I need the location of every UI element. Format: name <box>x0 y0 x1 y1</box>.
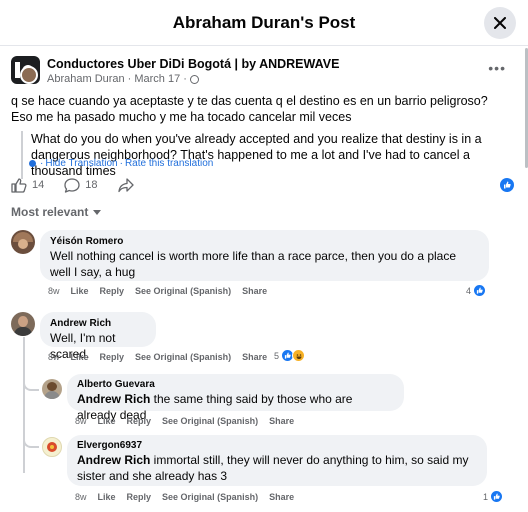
post-actions: 14 18 <box>11 176 154 194</box>
caret-down-icon <box>93 209 102 215</box>
comment-icon <box>64 177 80 193</box>
thread-line <box>23 337 25 473</box>
commenter-name[interactable]: Alberto Guevara <box>77 379 394 391</box>
haha-reaction-icon <box>292 349 306 362</box>
see-original-button[interactable]: See Original (Spanish) <box>135 286 231 296</box>
reply-actions: 8w Like Reply See Original (Spanish) Sha… <box>75 492 305 502</box>
group-name-link[interactable]: Conductores Uber DiDi Bogotá | by ANDREW… <box>47 57 339 71</box>
comment-action[interactable]: 18 <box>64 177 98 193</box>
post-date-link[interactable]: March 17 <box>134 73 180 85</box>
comment-text: Well nothing cancel is worth more life t… <box>50 249 457 279</box>
like-reaction-icon[interactable] <box>500 178 514 192</box>
thread-connector <box>23 378 39 391</box>
dialog-header: Abraham Duran's Post <box>0 0 528 46</box>
comment-reply-button[interactable]: Reply <box>127 492 152 502</box>
meta-separator-2: · <box>183 73 187 85</box>
reply-text: Andrew Rich immortal still, they will ne… <box>77 452 477 484</box>
like-reaction-icon <box>490 490 504 503</box>
reaction-count: 5 <box>274 350 280 361</box>
comment-bubble: Andrew Rich Well, I'm not scared. <box>40 312 156 361</box>
see-original-button[interactable]: See Original (Spanish) <box>162 416 258 426</box>
comment-share-button[interactable]: Share <box>269 416 294 426</box>
like-action[interactable]: 14 <box>11 177 45 193</box>
post-text: q se hace cuando ya aceptaste y te das c… <box>11 94 488 124</box>
commenter-name[interactable]: Elvergon6937 <box>77 440 477 452</box>
commenter-name[interactable]: Yéisón Romero <box>50 236 479 248</box>
comment-time[interactable]: 8w <box>75 492 87 502</box>
thread-connector <box>23 435 39 448</box>
see-original-button[interactable]: See Original (Spanish) <box>162 492 258 502</box>
comment-like-button[interactable]: Like <box>98 416 116 426</box>
commenter-avatar[interactable] <box>42 379 62 399</box>
comment-actions: 8w Like Reply See Original (Spanish) Sha… <box>48 286 278 296</box>
close-icon <box>494 17 506 29</box>
meta-separator: · <box>127 73 132 85</box>
commenter-avatar[interactable] <box>11 312 35 336</box>
comment-reactions[interactable]: 1 <box>483 490 504 503</box>
commenter-name[interactable]: Andrew Rich <box>50 318 146 330</box>
reply-bubble: Alberto Guevara Andrew Rich the same thi… <box>67 374 404 422</box>
see-original-button[interactable]: See Original (Spanish) <box>135 352 231 362</box>
comment-time[interactable]: 8w <box>75 416 87 426</box>
mention-link[interactable]: Andrew Rich <box>77 453 150 467</box>
comment-time[interactable]: 8w <box>48 286 60 296</box>
rate-translation-link[interactable]: Rate this translation <box>125 158 213 169</box>
comment-reactions[interactable]: 4 <box>466 284 487 297</box>
share-action[interactable] <box>117 177 134 193</box>
comment-count: 18 <box>85 179 98 191</box>
dialog-title: Abraham Duran's Post <box>172 13 356 32</box>
reaction-count: 4 <box>466 285 472 296</box>
commenter-avatar[interactable] <box>42 437 62 457</box>
thumbs-up-icon <box>11 177 27 193</box>
sort-label: Most relevant <box>11 205 89 219</box>
post-translation: What do you do when you've already accep… <box>21 131 496 179</box>
comment-reply-button[interactable]: Reply <box>100 286 125 296</box>
hide-translation-link[interactable]: Hide Translation <box>45 158 117 169</box>
comment-like-button[interactable]: Like <box>71 286 89 296</box>
like-reaction-icon <box>473 284 487 297</box>
post-meta: Abraham Duran · March 17 · <box>47 73 199 85</box>
separator-dot-2: · <box>119 158 123 169</box>
comment-like-button[interactable]: Like <box>98 492 116 502</box>
reply-actions: 8w Like Reply See Original (Spanish) Sha… <box>75 416 305 426</box>
share-arrow-icon <box>117 177 134 192</box>
comment-reactions[interactable]: 5 <box>274 349 306 362</box>
globe-icon <box>189 74 199 84</box>
reaction-count: 1 <box>483 491 489 502</box>
comment-share-button[interactable]: Share <box>242 352 267 362</box>
comment-bubble: Yéisón Romero Well nothing cancel is wor… <box>40 230 489 281</box>
comment-share-button[interactable]: Share <box>242 286 267 296</box>
comment-reply-button[interactable]: Reply <box>127 416 152 426</box>
author-avatar[interactable] <box>20 66 38 84</box>
comment-actions: 8w Like Reply See Original (Spanish) Sha… <box>48 352 278 362</box>
close-button[interactable] <box>484 7 516 39</box>
comment-like-button[interactable]: Like <box>71 352 89 362</box>
mention-link[interactable]: Andrew Rich <box>77 392 150 406</box>
translate-gear-icon <box>29 160 36 167</box>
comment-share-button[interactable]: Share <box>269 492 294 502</box>
reply-bubble: Elvergon6937 Andrew Rich immortal still,… <box>67 435 487 486</box>
comment-sort-dropdown[interactable]: Most relevant <box>11 205 102 219</box>
comment-time[interactable]: 8w <box>48 352 60 362</box>
author-name-link[interactable]: Abraham Duran <box>47 73 125 85</box>
separator-dot: · <box>40 158 44 169</box>
more-options-icon[interactable]: ••• <box>488 60 506 76</box>
like-count: 14 <box>32 179 45 191</box>
translation-links: · Hide Translation · Rate this translati… <box>29 158 213 169</box>
commenter-avatar[interactable] <box>11 230 35 254</box>
comment-reply-button[interactable]: Reply <box>100 352 125 362</box>
